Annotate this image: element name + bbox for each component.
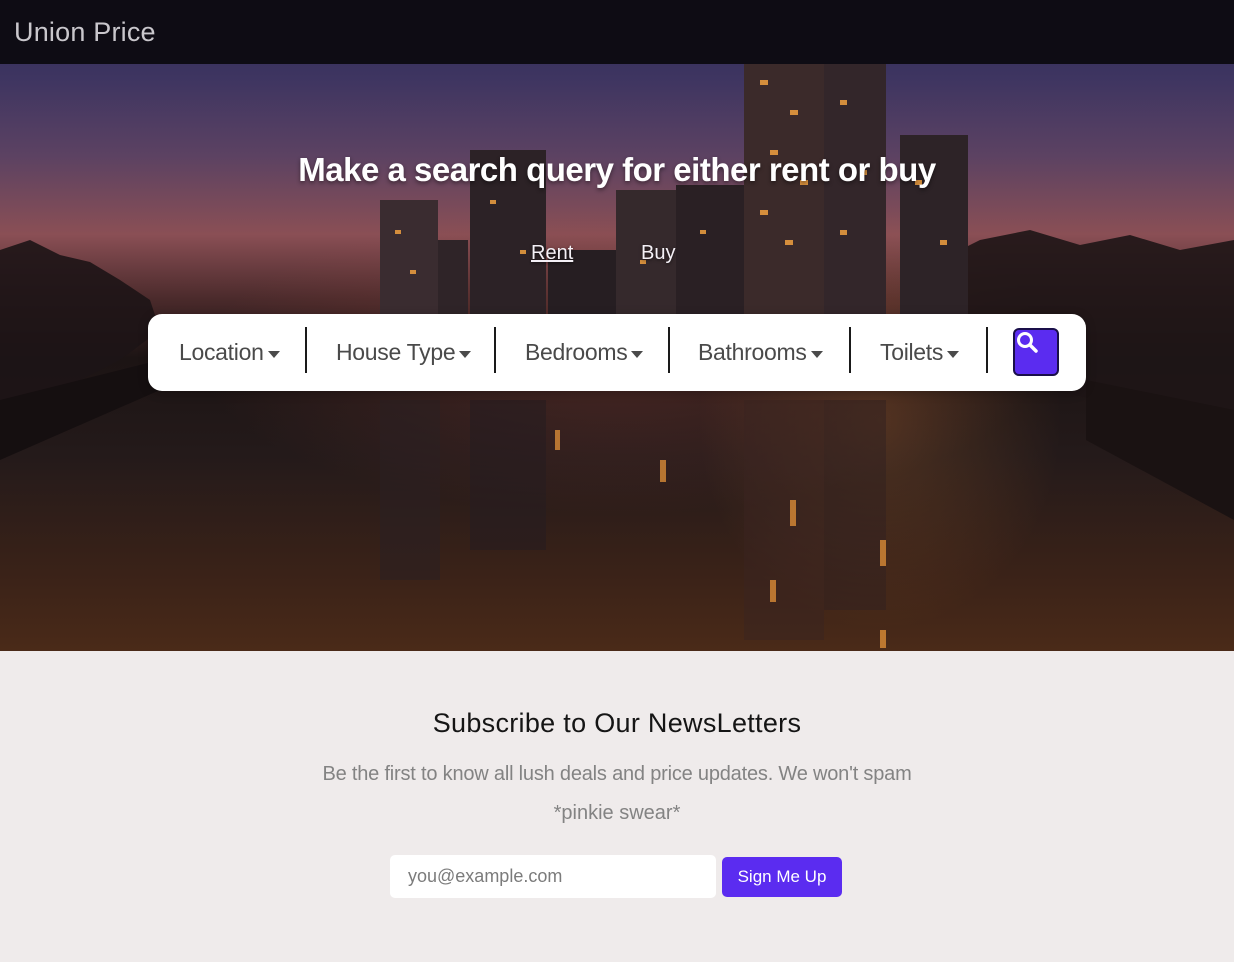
bathrooms-dropdown[interactable]: Bathrooms: [698, 314, 823, 391]
sign-up-button[interactable]: Sign Me Up: [722, 857, 842, 897]
newsletter-title: Subscribe to Our NewsLetters: [432, 708, 802, 738]
filter-divider: [494, 327, 496, 373]
tab-buy[interactable]: Buy: [641, 242, 675, 265]
caret-down-icon: [459, 350, 472, 358]
mode-tabs: Rent Buy: [0, 242, 1234, 272]
location-dropdown[interactable]: Location: [179, 314, 280, 391]
bathrooms-dropdown-label: Bathrooms: [698, 339, 807, 365]
newsletter-section: Subscribe to Our NewsLetters Be the firs…: [0, 651, 1234, 962]
house-type-dropdown-label: House Type: [336, 339, 456, 365]
search-filter-bar: Location House Type Bedrooms Bathrooms T…: [148, 314, 1086, 391]
bedrooms-dropdown-label: Bedrooms: [525, 339, 628, 365]
filter-divider: [305, 327, 307, 373]
caret-down-icon: [267, 350, 280, 358]
filter-divider: [668, 327, 670, 373]
search-icon: [1017, 332, 1038, 353]
filter-divider: [849, 327, 851, 373]
tab-rent[interactable]: Rent: [531, 242, 573, 265]
caret-down-icon: [631, 350, 644, 358]
location-dropdown-label: Location: [179, 339, 264, 365]
newsletter-description-line2: *pinkie swear*: [553, 802, 681, 824]
caret-down-icon: [810, 350, 823, 358]
brand-logo[interactable]: Union Price: [14, 17, 156, 48]
hero-section: Make a search query for either rent or b…: [0, 0, 1234, 651]
toilets-dropdown[interactable]: Toilets: [880, 314, 960, 391]
toilets-dropdown-label: Toilets: [880, 339, 944, 365]
search-button[interactable]: [1013, 328, 1059, 376]
bedrooms-dropdown[interactable]: Bedrooms: [525, 314, 644, 391]
hero-title: Make a search query for either rent or b…: [298, 151, 936, 188]
navbar: Union Price: [0, 0, 1234, 64]
filter-divider: [986, 327, 988, 373]
email-field[interactable]: [390, 855, 716, 898]
house-type-dropdown[interactable]: House Type: [336, 314, 472, 391]
newsletter-description: Be the first to know all lush deals and …: [322, 763, 912, 785]
caret-down-icon: [947, 350, 960, 358]
